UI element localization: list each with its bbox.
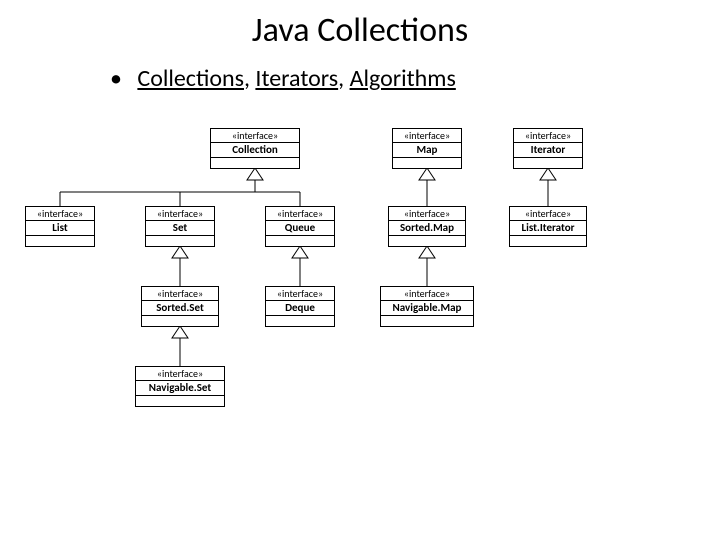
compartment bbox=[510, 236, 586, 246]
compartment bbox=[266, 316, 334, 326]
box-iterator: «interface» Iterator bbox=[513, 128, 583, 169]
classname: Deque bbox=[266, 301, 334, 316]
classname: List bbox=[26, 221, 94, 236]
classname: Sorted.Map bbox=[389, 221, 465, 236]
compartment bbox=[26, 236, 94, 246]
stereotype-label: «interface» bbox=[211, 129, 299, 143]
box-set: «interface» Set bbox=[145, 206, 215, 247]
bullet-dot: • bbox=[110, 64, 122, 93]
box-navigableset: «interface» Navigable.Set bbox=[135, 366, 225, 407]
classname: Queue bbox=[266, 221, 334, 236]
compartment bbox=[514, 158, 582, 168]
stereotype-label: «interface» bbox=[26, 207, 94, 221]
stereotype-label: «interface» bbox=[381, 287, 473, 301]
classname: Iterator bbox=[514, 143, 582, 158]
box-sortedmap: «interface» Sorted.Map bbox=[388, 206, 466, 247]
compartment bbox=[146, 236, 214, 246]
classname: Navigable.Map bbox=[381, 301, 473, 316]
classname: Navigable.Set bbox=[136, 381, 224, 396]
stereotype-label: «interface» bbox=[136, 367, 224, 381]
stereotype-label: «interface» bbox=[389, 207, 465, 221]
classname: Map bbox=[393, 143, 461, 158]
compartment bbox=[381, 316, 473, 326]
sep: , bbox=[338, 64, 349, 93]
link-algorithms[interactable]: Algorithms bbox=[350, 64, 456, 93]
stereotype-label: «interface» bbox=[393, 129, 461, 143]
link-iterators[interactable]: Iterators bbox=[255, 64, 338, 93]
compartment bbox=[389, 236, 465, 246]
stereotype-label: «interface» bbox=[514, 129, 582, 143]
stereotype-label: «interface» bbox=[266, 207, 334, 221]
link-collections[interactable]: Collections bbox=[137, 64, 244, 93]
connectors bbox=[0, 118, 720, 518]
box-queue: «interface» Queue bbox=[265, 206, 335, 247]
compartment bbox=[136, 396, 224, 406]
box-sortedset: «interface» Sorted.Set bbox=[141, 286, 219, 327]
classname: Sorted.Set bbox=[142, 301, 218, 316]
classname: List.Iterator bbox=[510, 221, 586, 236]
page-title: Java Collections bbox=[0, 10, 720, 51]
box-listiterator: «interface» List.Iterator bbox=[509, 206, 587, 247]
classname: Set bbox=[146, 221, 214, 236]
stereotype-label: «interface» bbox=[146, 207, 214, 221]
box-list: «interface» List bbox=[25, 206, 95, 247]
compartment bbox=[211, 158, 299, 168]
box-collection: «interface» Collection bbox=[210, 128, 300, 169]
stereotype-label: «interface» bbox=[510, 207, 586, 221]
uml-diagram: «interface» Collection «interface» Map «… bbox=[0, 118, 720, 518]
box-navigablemap: «interface» Navigable.Map bbox=[380, 286, 474, 327]
compartment bbox=[142, 316, 218, 326]
box-map: «interface» Map bbox=[392, 128, 462, 169]
box-deque: «interface» Deque bbox=[265, 286, 335, 327]
compartment bbox=[266, 236, 334, 246]
bullet-line: • Collections, Iterators, Algorithms bbox=[110, 64, 456, 93]
stereotype-label: «interface» bbox=[142, 287, 218, 301]
compartment bbox=[393, 158, 461, 168]
stereotype-label: «interface» bbox=[266, 287, 334, 301]
sep: , bbox=[244, 64, 255, 93]
classname: Collection bbox=[211, 143, 299, 158]
